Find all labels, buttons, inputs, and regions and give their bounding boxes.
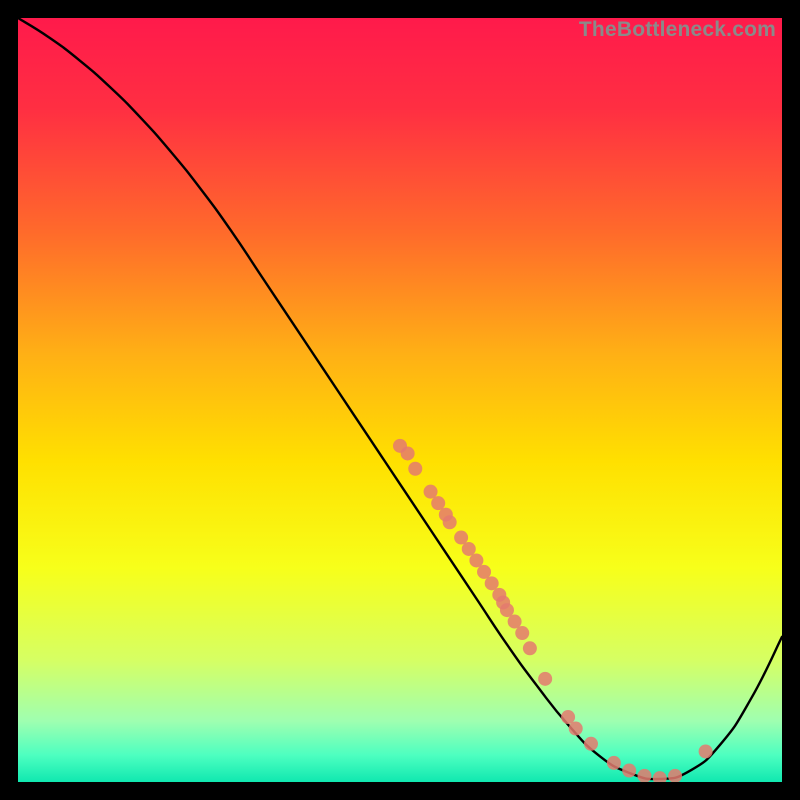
data-point	[462, 542, 476, 556]
data-point	[622, 764, 636, 778]
data-point	[431, 496, 445, 510]
chart-svg	[18, 18, 782, 782]
data-point	[477, 565, 491, 579]
data-point	[515, 626, 529, 640]
data-point	[408, 462, 422, 476]
chart-background	[18, 18, 782, 782]
data-point	[584, 737, 598, 751]
data-point	[538, 672, 552, 686]
data-point	[523, 641, 537, 655]
chart-frame: TheBottleneck.com	[18, 18, 782, 782]
data-point	[401, 446, 415, 460]
data-point	[508, 615, 522, 629]
data-point	[607, 756, 621, 770]
data-point	[500, 603, 514, 617]
data-point	[561, 710, 575, 724]
data-point	[469, 553, 483, 567]
data-point	[443, 515, 457, 529]
data-point	[424, 485, 438, 499]
data-point	[485, 576, 499, 590]
watermark-text: TheBottleneck.com	[579, 18, 776, 42]
data-point	[569, 722, 583, 736]
data-point	[454, 531, 468, 545]
data-point	[699, 744, 713, 758]
